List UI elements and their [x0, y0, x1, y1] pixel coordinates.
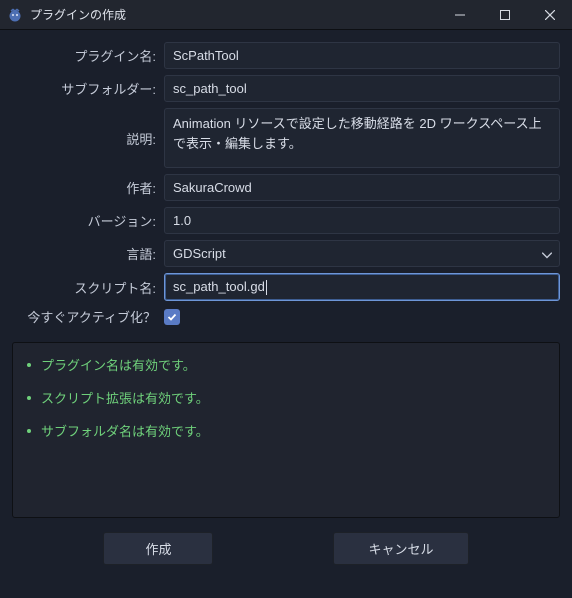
plugin-name-label: プラグイン名:: [12, 46, 164, 65]
text-cursor: [266, 280, 267, 295]
version-input[interactable]: [164, 207, 560, 234]
description-input[interactable]: Animation リソースで設定した移動経路を 2D ワークスペース上で表示・…: [164, 108, 560, 168]
language-label: 言語:: [12, 244, 164, 263]
subfolder-input[interactable]: [164, 75, 560, 102]
author-label: 作者:: [12, 178, 164, 197]
validation-text: サブフォルダ名は有効です。: [41, 421, 209, 440]
language-value: GDScript: [173, 246, 226, 261]
bullet-icon: [27, 396, 31, 400]
app-icon: [6, 6, 24, 24]
validation-text: スクリプト拡張は有効です。: [41, 388, 209, 407]
activate-now-label: 今すぐアクティブ化？: [12, 307, 164, 326]
script-name-value: sc_path_tool.gd: [173, 279, 265, 294]
validation-item: サブフォルダ名は有効です。: [23, 421, 549, 440]
close-button[interactable]: [527, 0, 572, 30]
button-row: 作成 キャンセル: [12, 532, 560, 565]
author-input[interactable]: [164, 174, 560, 201]
create-button[interactable]: 作成: [103, 532, 213, 565]
script-name-label: スクリプト名:: [12, 278, 164, 297]
titlebar: プラグインの作成: [0, 0, 572, 30]
bullet-icon: [27, 363, 31, 367]
window-title: プラグインの作成: [30, 6, 437, 23]
subfolder-label: サブフォルダー:: [12, 79, 164, 98]
bullet-icon: [27, 429, 31, 433]
validation-item: プラグイン名は有効です。: [23, 355, 549, 374]
activate-now-checkbox[interactable]: [164, 309, 180, 325]
check-icon: [167, 312, 177, 322]
cancel-button[interactable]: キャンセル: [333, 532, 468, 565]
script-name-input[interactable]: sc_path_tool.gd: [164, 273, 560, 301]
version-label: バージョン:: [12, 211, 164, 230]
validation-text: プラグイン名は有効です。: [41, 355, 196, 374]
maximize-button[interactable]: [482, 0, 527, 30]
language-select[interactable]: GDScript: [164, 240, 560, 267]
validation-panel: プラグイン名は有効です。 スクリプト拡張は有効です。 サブフォルダ名は有効です。: [12, 342, 560, 518]
minimize-button[interactable]: [437, 0, 482, 30]
validation-item: スクリプト拡張は有効です。: [23, 388, 549, 407]
plugin-name-input[interactable]: [164, 42, 560, 69]
description-label: 説明:: [12, 129, 164, 148]
dialog-content: プラグイン名: サブフォルダー: 説明: Animation リソースで設定した…: [0, 30, 572, 577]
